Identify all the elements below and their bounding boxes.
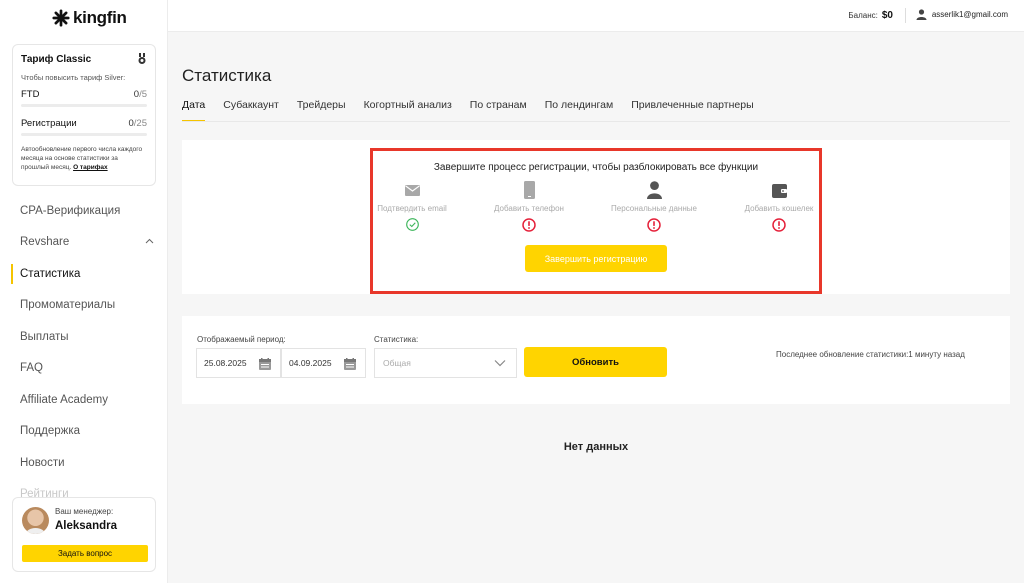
sidebar-item-news[interactable]: Новости (0, 447, 168, 479)
tab-traders[interactable]: Трейдеры (297, 99, 346, 111)
medal-icon (138, 53, 146, 64)
kingfin-logo-icon (52, 9, 70, 27)
calendar-icon (259, 358, 271, 370)
user-menu[interactable]: asserlik1@gmail.com (916, 9, 1008, 20)
balance-label: Баланс: (848, 11, 878, 20)
mail-icon (404, 184, 420, 196)
metric-label: FTD (21, 89, 40, 100)
step-label: Добавить кошелек (744, 204, 814, 213)
tariff-info-link[interactable]: О тарифах (73, 164, 108, 171)
step-label: Персональные данные (611, 204, 697, 213)
metric-label: Регистрации (21, 118, 77, 129)
tariff-note: Автообновление первого числа каждого мес… (21, 146, 143, 171)
chevron-up-icon (145, 238, 154, 243)
metric-value: 0/25 (128, 118, 147, 129)
step-confirm-email[interactable]: Подтвердить email (352, 180, 472, 231)
sidebar-item-promo[interactable]: Промоматериалы (0, 290, 168, 322)
tab-subaccount[interactable]: Субаккаунт (223, 99, 279, 111)
sidebar-item-support[interactable]: Поддержка (0, 416, 168, 448)
step-label: Подтвердить email (377, 204, 447, 213)
tab-landings[interactable]: По лендингам (545, 99, 614, 111)
metric-ftd: FTD 0/5 (21, 89, 147, 107)
finish-registration-button[interactable]: Завершить регистрацию (525, 245, 667, 272)
manager-card: Ваш менеджер: Aleksandra Задать вопрос (12, 497, 156, 572)
user-icon (646, 181, 662, 199)
alert-circle-icon (647, 218, 661, 232)
alert-circle-icon (772, 218, 786, 232)
page-title: Статистика (182, 66, 272, 85)
sidebar: kingfin Тариф Classic Чтобы повысить тар… (0, 0, 168, 583)
step-add-wallet[interactable]: Добавить кошелек (719, 180, 839, 232)
tab-partners[interactable]: Привлеченные партнеры (631, 99, 753, 111)
balance: Баланс: $0 (848, 10, 893, 21)
registration-title: Завершите процесс регистрации, чтобы раз… (433, 162, 759, 173)
user-icon (916, 9, 927, 20)
ask-question-button[interactable]: Задать вопрос (22, 545, 148, 562)
sidebar-item-revshare[interactable]: Revshare (0, 227, 168, 259)
sidebar-nav: CPA-Верификация Revshare Статистика Пром… (0, 195, 168, 510)
tab-date[interactable]: Дата (182, 99, 206, 122)
phone-icon (523, 181, 535, 199)
update-button[interactable]: Обновить (524, 347, 667, 377)
sidebar-item-faq[interactable]: FAQ (0, 353, 168, 385)
sidebar-item-payouts[interactable]: Выплаты (0, 321, 168, 353)
alert-circle-icon (522, 218, 536, 232)
step-label: Добавить телефон (494, 204, 564, 213)
check-circle-icon (405, 218, 419, 231)
step-add-phone[interactable]: Добавить телефон (469, 180, 589, 232)
tabs-divider (182, 121, 1010, 122)
calendar-icon (344, 358, 356, 370)
chevron-down-icon (494, 360, 506, 367)
tariff-upgrade-text: Чтобы повысить тариф Silver: (21, 73, 126, 82)
balance-value: $0 (881, 10, 893, 21)
tariff-title: Тариф Classic (21, 54, 92, 65)
manager-name: Aleksandra (55, 520, 118, 532)
metric-progress-bar (21, 104, 147, 107)
sidebar-item-academy[interactable]: Affiliate Academy (0, 384, 168, 416)
tab-countries[interactable]: По странам (470, 99, 527, 111)
brand-logo[interactable]: kingfin (52, 8, 127, 28)
empty-state: Нет данных (563, 441, 629, 453)
avatar (22, 507, 49, 534)
wallet-icon (771, 183, 787, 198)
date-from-input[interactable]: 25.08.2025 (196, 348, 281, 378)
sidebar-item-cpa[interactable]: CPA-Верификация (0, 195, 168, 227)
tariff-card: Тариф Classic Чтобы повысить тариф Silve… (12, 44, 156, 186)
metric-registrations: Регистрации 0/25 (21, 118, 147, 136)
metric-progress-bar (21, 133, 147, 136)
stats-label: Статистика: (374, 335, 419, 344)
step-personal-data[interactable]: Персональные данные (594, 180, 714, 232)
metric-value: 0/5 (133, 89, 147, 100)
date-to-input[interactable]: 04.09.2025 (281, 348, 366, 378)
last-update-text: Последнее обновление статистики:1 минуту… (776, 350, 965, 359)
sidebar-item-statistics[interactable]: Статистика (0, 258, 168, 290)
brand-name: kingfin (73, 8, 127, 27)
divider (905, 8, 906, 23)
user-email: asserlik1@gmail.com (931, 10, 1008, 19)
topbar: Баланс: $0 asserlik1@gmail.com (168, 0, 1024, 32)
tabs: Дата Субаккаунт Трейдеры Когортный анали… (182, 99, 772, 122)
period-label: Отображаемый период: (197, 335, 286, 344)
tab-cohort[interactable]: Когортный анализ (364, 99, 452, 111)
manager-label: Ваш менеджер: (55, 507, 114, 516)
stats-select[interactable]: Общая (374, 348, 517, 378)
